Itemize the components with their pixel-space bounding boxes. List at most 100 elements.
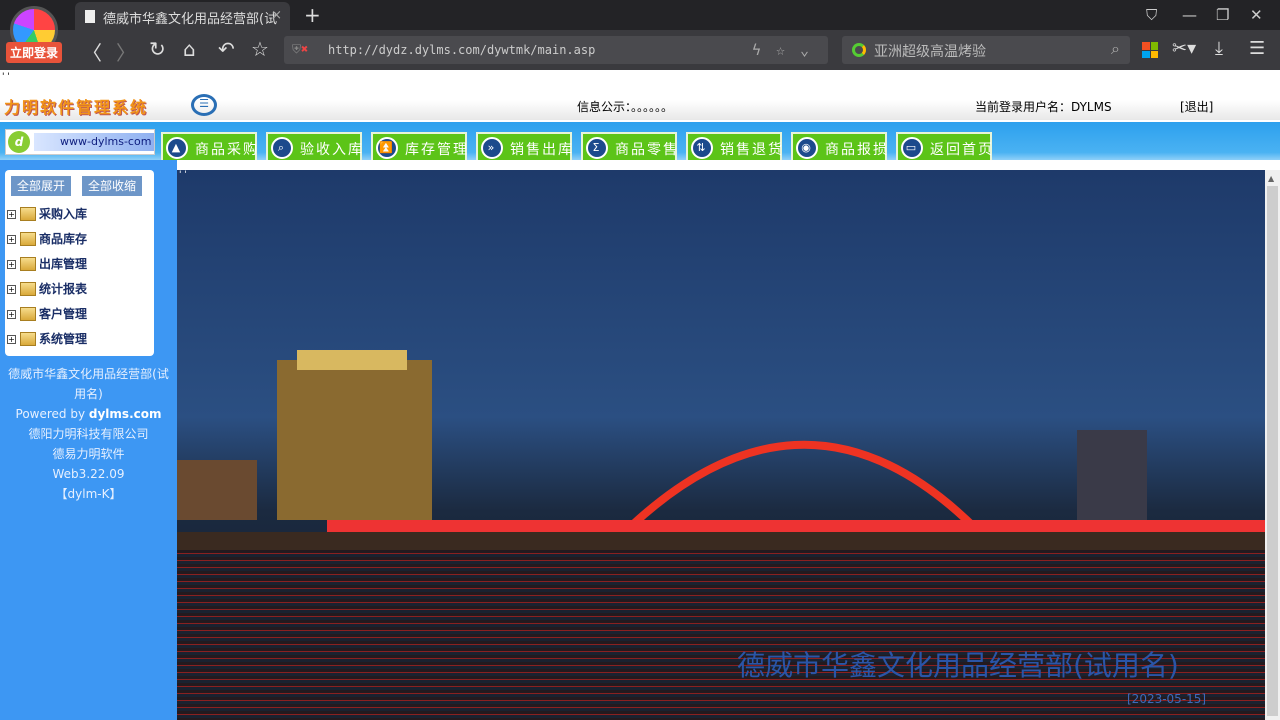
download-icon[interactable]: ⤓ bbox=[1215, 38, 1223, 59]
site-logo[interactable]: d www-dylms-com bbox=[5, 129, 155, 155]
nav-sales-return[interactable]: ⇅ 销售退货 bbox=[686, 132, 782, 162]
stray-marks: ' ' bbox=[2, 72, 10, 82]
double-up-icon: ⏫ bbox=[376, 137, 398, 159]
browser-tab-bar: 德威市华鑫文化用品经营部(试 × + ⛉ — ❐ ✕ bbox=[0, 0, 1280, 30]
expand-icon[interactable]: + bbox=[7, 260, 16, 269]
notice: 信息公示：。。。。。。 bbox=[577, 98, 673, 115]
chevron-down-icon[interactable]: ⌄ bbox=[800, 41, 809, 59]
minimize-button[interactable]: — bbox=[1182, 6, 1197, 24]
shoreline bbox=[177, 532, 1265, 550]
nav-inventory[interactable]: ⏫库存管理 bbox=[371, 132, 467, 162]
company-caption: 德威市华鑫文化用品经营部(试用名) bbox=[737, 644, 1179, 684]
scroll-thumb[interactable] bbox=[1267, 186, 1278, 716]
nav-label: 返回首页 bbox=[930, 142, 994, 158]
expand-icon[interactable]: + bbox=[7, 235, 16, 244]
nav-sales-out[interactable]: »销售出库 bbox=[476, 132, 572, 162]
return-icon: ⇅ bbox=[691, 137, 713, 159]
scissors-icon[interactable]: ✂▾ bbox=[1172, 38, 1196, 59]
hotel-top bbox=[297, 350, 407, 370]
tree-item-outbound[interactable]: + 出库管理 bbox=[7, 255, 87, 273]
tree-label: 统计报表 bbox=[39, 282, 87, 296]
tree-item-purchase[interactable]: +采购入库 bbox=[7, 205, 87, 223]
chat-icon[interactable]: ☰ bbox=[191, 94, 217, 116]
search-placeholder: 亚洲超级高温烤验 bbox=[874, 44, 986, 60]
tree-item-customers[interactable]: +客户管理 bbox=[7, 305, 87, 323]
current-user: 当前登录用户名：DYLMS bbox=[975, 98, 1112, 115]
site-url: www-dylms-com bbox=[34, 133, 154, 151]
tree-item-system[interactable]: + 系统管理 bbox=[7, 330, 87, 348]
river-reflection bbox=[177, 550, 1265, 720]
vertical-scrollbar[interactable]: ▲ bbox=[1265, 170, 1280, 720]
browser-tab[interactable]: 德威市华鑫文化用品经营部(试 × bbox=[75, 2, 290, 30]
magnifier-icon: ⌕ bbox=[271, 137, 293, 159]
sigma-icon: Σ bbox=[586, 137, 608, 159]
forward-icon: » bbox=[481, 137, 503, 159]
nav-retail[interactable]: Σ 商品零售 bbox=[581, 132, 677, 162]
bookmark-button[interactable]: ☆ bbox=[251, 37, 269, 61]
bridge-deck bbox=[327, 520, 1265, 532]
content-top-gap bbox=[177, 160, 1280, 170]
expand-icon[interactable]: + bbox=[7, 335, 16, 344]
tree-label: 出库管理 bbox=[39, 257, 87, 271]
address-bar[interactable]: ⛨✖ http://dydz.dylms.com/dywtmk/main.asp… bbox=[284, 36, 828, 64]
nav-receiving[interactable]: ⌕验收入库 bbox=[266, 132, 362, 162]
close-window-button[interactable]: ✕ bbox=[1250, 6, 1263, 24]
tree-item-stock[interactable]: +商品库存 bbox=[7, 230, 87, 248]
back-button[interactable]: 〈 bbox=[82, 37, 102, 66]
product: 德易力明软件 bbox=[0, 444, 177, 464]
scroll-up-icon[interactable]: ▲ bbox=[1268, 174, 1274, 183]
company-info: 德威市华鑫文化用品经营部(试用名) Powered by dylms.com 德… bbox=[0, 364, 177, 504]
expand-icon[interactable]: + bbox=[7, 210, 16, 219]
close-tab-icon[interactable]: × bbox=[271, 8, 282, 23]
folder-icon bbox=[20, 307, 36, 321]
expand-icon[interactable]: + bbox=[7, 285, 16, 294]
folder-icon bbox=[20, 232, 36, 246]
lightning-icon[interactable]: ϟ bbox=[752, 41, 761, 59]
restore-button[interactable]: ❐ bbox=[1216, 6, 1229, 24]
search-box[interactable]: 亚洲超级高温烤验 ⌕ bbox=[842, 36, 1130, 64]
apps-icon[interactable] bbox=[1142, 42, 1158, 58]
menu-icon[interactable]: ☰ bbox=[1249, 38, 1265, 59]
up-arrow-icon: ▲ bbox=[166, 137, 188, 159]
notice-label: 信息公示： bbox=[577, 100, 631, 114]
star-icon[interactable]: ☆ bbox=[776, 41, 785, 59]
menu-tree: 全部展开 全部收缩 +采购入库 +商品库存 +出库管理 +统计报表 +客户管理 … bbox=[5, 170, 154, 356]
skin-icon[interactable]: ⛉ bbox=[1146, 6, 1157, 24]
new-tab-button[interactable]: + bbox=[304, 3, 321, 27]
nav-label: 销售退货 bbox=[720, 142, 784, 158]
main-nav: d www-dylms-com ▲商品采购 ⌕验收入库 ⏫库存管理 »销售出库 … bbox=[0, 120, 1280, 160]
sidebar: 全部展开 全部收缩 +采购入库 +商品库存 +出库管理 +统计报表 +客户管理 … bbox=[0, 160, 177, 720]
tree-label: 系统管理 bbox=[39, 332, 87, 346]
home-button[interactable]: ⌂ bbox=[183, 37, 196, 61]
nav-label: 商品报损 bbox=[825, 142, 889, 158]
reload-button[interactable]: ↻ bbox=[149, 37, 166, 61]
nav-purchase[interactable]: ▲商品采购 bbox=[161, 132, 257, 162]
login-badge[interactable]: 立即登录 bbox=[6, 42, 62, 63]
folder-icon bbox=[20, 282, 36, 296]
powered-by: Powered by dylms.com bbox=[0, 404, 177, 424]
undo-close-button[interactable]: ↶ bbox=[218, 37, 235, 61]
folder-icon bbox=[20, 257, 36, 271]
expand-icon[interactable]: + bbox=[7, 310, 16, 319]
nav-damage[interactable]: ◉商品报损 bbox=[791, 132, 887, 162]
version: Web3.22.09 bbox=[0, 464, 177, 484]
hotel-building bbox=[277, 360, 432, 520]
dylms-logo-icon: d bbox=[8, 131, 30, 153]
logout-link[interactable]: [退出] bbox=[1180, 98, 1213, 115]
collapse-all-button[interactable]: 全部收缩 bbox=[82, 176, 142, 196]
background-photo: ' ' 德威市华鑫文化用品经营部(试用名) [2023-05-15] bbox=[177, 170, 1265, 720]
building-right bbox=[1077, 430, 1147, 520]
nav-home[interactable]: ▭ 返回首页 bbox=[896, 132, 992, 162]
expand-all-button[interactable]: 全部展开 bbox=[11, 176, 71, 196]
powered-site: dylms.com bbox=[89, 407, 162, 421]
browser-toolbar: 〈 〉 ↻ ⌂ ↶ ☆ ⛨✖ http://dydz.dylms.com/dyw… bbox=[0, 30, 1280, 70]
nav-label: 商品零售 bbox=[615, 142, 679, 158]
browser-logo[interactable]: 立即登录 bbox=[6, 6, 62, 62]
home-chat-icon: ▭ bbox=[901, 137, 923, 159]
date-label: [2023-05-15] bbox=[1127, 692, 1206, 706]
search-icon[interactable]: ⌕ bbox=[1111, 39, 1120, 59]
company-name: 德威市华鑫文化用品经营部(试用名) bbox=[0, 364, 177, 404]
forward-button[interactable]: 〉 bbox=[116, 37, 136, 66]
folder-icon bbox=[20, 332, 36, 346]
tree-item-reports[interactable]: + 统计报表 bbox=[7, 280, 87, 298]
